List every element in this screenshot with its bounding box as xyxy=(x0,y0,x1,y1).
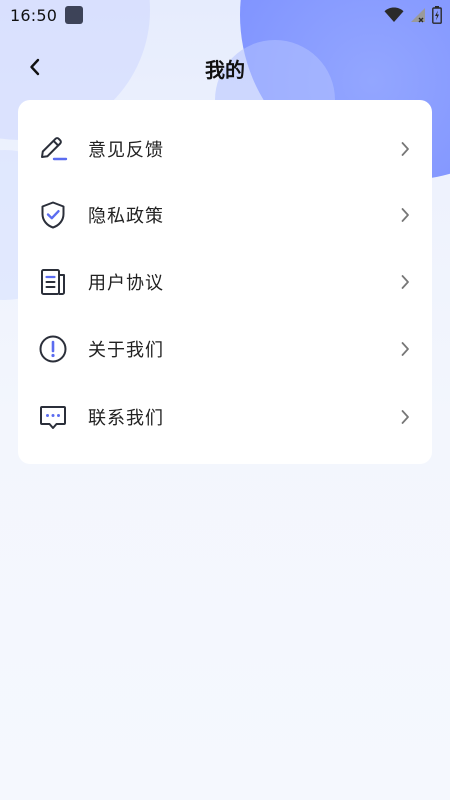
chevron-right-icon xyxy=(398,339,412,359)
chevron-right-icon xyxy=(398,407,412,427)
info-circle-icon xyxy=(38,334,68,364)
shield-check-icon xyxy=(38,200,68,230)
page-title: 我的 xyxy=(205,58,245,82)
status-bar: 16:50 xyxy=(0,0,450,32)
document-icon xyxy=(38,267,68,297)
edit-pen-icon xyxy=(38,134,68,164)
chevron-right-icon xyxy=(398,139,412,159)
menu-item-label: 联系我们 xyxy=(88,408,164,429)
menu-item-feedback[interactable]: 意见反馈 xyxy=(18,116,432,182)
app-notification-icon xyxy=(65,6,83,24)
menu-item-label: 用户协议 xyxy=(88,273,164,294)
signal-icon xyxy=(411,8,425,23)
header: 我的 xyxy=(0,44,450,88)
menu-item-privacy-policy[interactable]: 隐私政策 xyxy=(18,182,432,248)
menu-card: 意见反馈 隐私政策 用户协议 关于我们 联系我们 xyxy=(18,100,432,464)
menu-item-contact-us[interactable]: 联系我们 xyxy=(18,384,432,450)
battery-icon xyxy=(432,6,442,24)
status-time: 16:50 xyxy=(10,6,58,25)
chevron-right-icon xyxy=(398,272,412,292)
chevron-right-icon xyxy=(398,205,412,225)
wifi-icon xyxy=(384,7,404,22)
menu-item-about-us[interactable]: 关于我们 xyxy=(18,316,432,382)
status-icons xyxy=(384,6,442,24)
menu-item-label: 意见反馈 xyxy=(88,140,164,161)
menu-item-label: 隐私政策 xyxy=(88,206,164,227)
menu-item-user-agreement[interactable]: 用户协议 xyxy=(18,249,432,315)
menu-item-label: 关于我们 xyxy=(88,340,164,361)
chat-bubble-icon xyxy=(38,402,68,432)
